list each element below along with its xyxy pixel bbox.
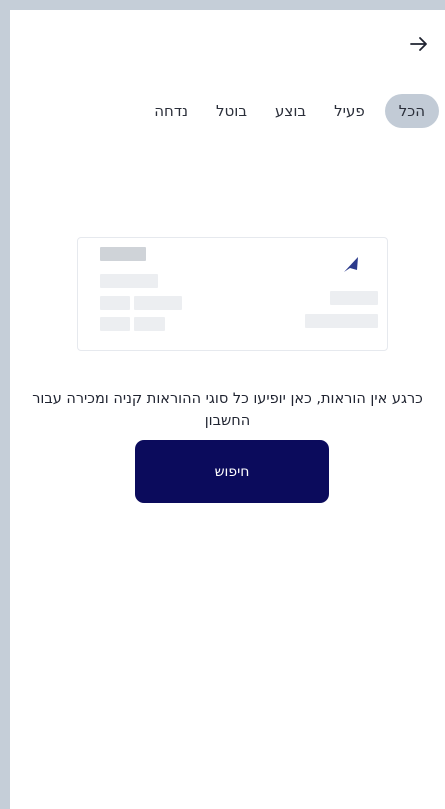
tab-active[interactable]: פעיל [324,94,375,128]
search-button[interactable]: חיפוש [135,440,329,503]
tab-cancelled[interactable]: בוטל [206,94,257,128]
status-tabs: הכל פעיל בוצע בוטל נדחה [10,94,439,128]
placeholder-bar [100,247,146,261]
placeholder-bar [134,317,165,331]
tab-executed[interactable]: בוצע [265,94,316,128]
placeholder-bar [330,291,378,305]
placeholder-bar [100,317,130,331]
placeholder-bar [100,296,130,310]
tab-all[interactable]: הכל [384,94,439,128]
back-button[interactable] [407,32,431,56]
empty-state-message: כרגע אין הוראות, כאן יופיעו כל סוגי ההור… [32,391,423,429]
navigation-arrow-icon [344,257,358,272]
arrow-right-icon [410,37,427,51]
placeholder-bar [134,296,182,310]
placeholder-bar [100,274,158,288]
tab-rejected[interactable]: נדחה [144,94,198,128]
empty-state-illustration [77,237,388,351]
placeholder-bar [305,314,378,328]
orders-screen: הכל פעיל בוצע בוטל נדחה כרגע אין הוראות,… [10,10,445,809]
